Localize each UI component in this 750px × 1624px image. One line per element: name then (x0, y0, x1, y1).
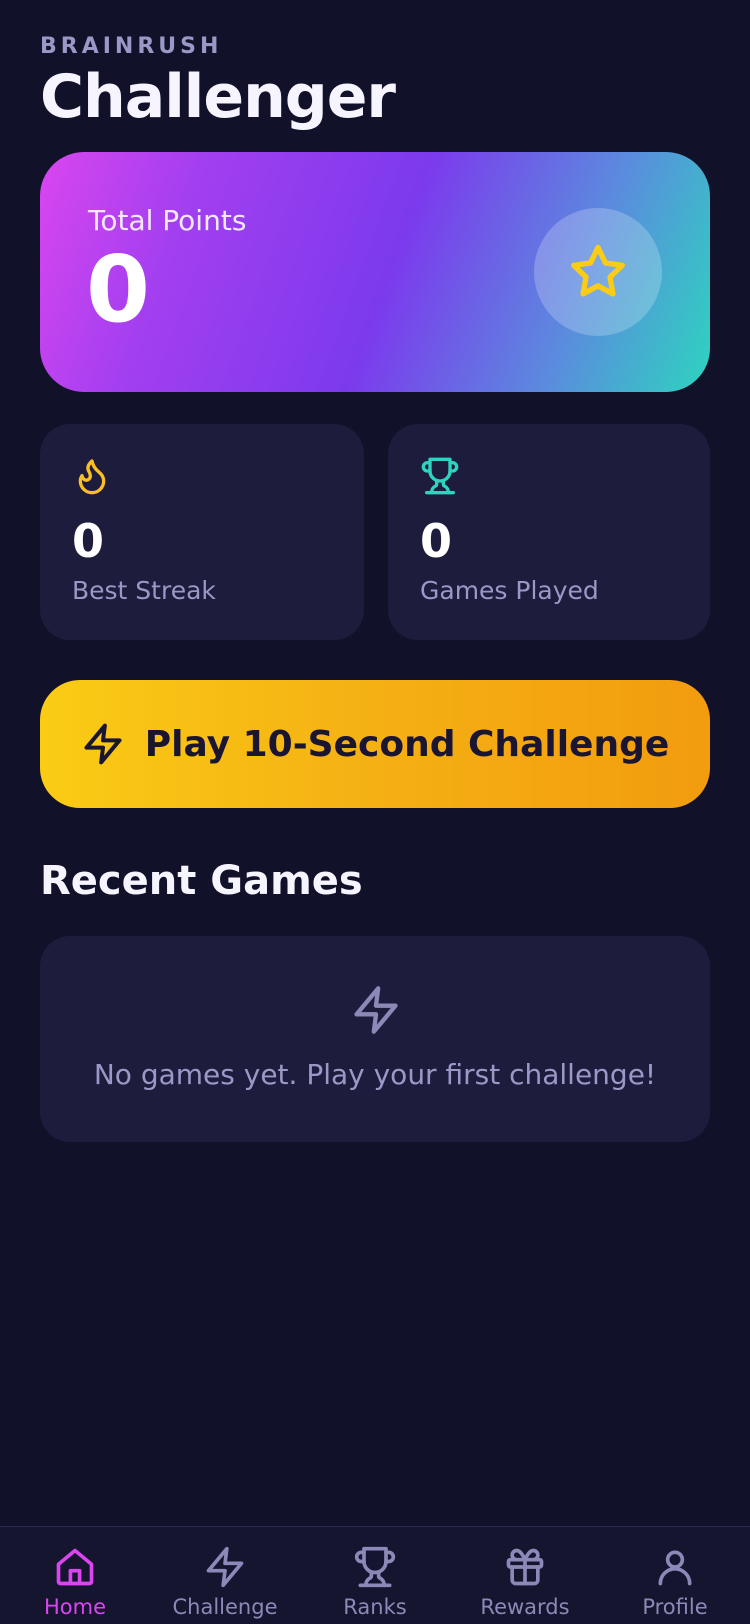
nav-item-ranks[interactable]: Ranks (300, 1545, 450, 1619)
nav-item-profile[interactable]: Profile (600, 1545, 750, 1619)
empty-state-text: No games yet. Play your first challenge! (93, 1058, 657, 1091)
total-points-card: Total Points 0 (40, 152, 710, 392)
nav-label-challenge: Challenge (172, 1595, 278, 1619)
games-played-value: 0 (420, 514, 453, 568)
best-streak-card: 0 Best Streak (40, 424, 364, 640)
play-challenge-label: Play 10-Second Challenge (144, 723, 670, 765)
nav-label-profile: Profile (642, 1595, 708, 1619)
recent-games-title: Recent Games (40, 858, 363, 904)
user-icon (658, 1550, 692, 1586)
star-icon (571, 244, 625, 297)
app-brand: BRAINRUSH (40, 34, 223, 59)
total-points-label: Total Points (88, 204, 247, 237)
nav-item-rewards[interactable]: Rewards (450, 1545, 600, 1619)
nav-label-rewards: Rewards (480, 1595, 570, 1619)
page-title: Challenger (40, 62, 396, 132)
nav-label-home: Home (43, 1595, 106, 1619)
trophy-icon (421, 457, 459, 495)
gift-icon (506, 1548, 544, 1586)
trophy-icon (354, 1546, 396, 1588)
flame-icon (78, 459, 106, 495)
lightning-icon (84, 723, 122, 765)
nav-label-ranks: Ranks (343, 1595, 407, 1619)
lightning-icon (354, 986, 398, 1034)
games-played-label: Games Played (420, 576, 599, 605)
home-icon (56, 1548, 94, 1586)
nav-item-home[interactable]: Home (0, 1545, 150, 1619)
total-points-value: 0 (86, 236, 151, 343)
home-screen: BRAINRUSH Challenger Total Points 0 0 Be… (0, 0, 750, 1624)
games-played-card: 0 Games Played (388, 424, 710, 640)
lightning-icon (206, 1546, 244, 1588)
best-streak-value: 0 (72, 514, 105, 568)
nav-item-challenge[interactable]: Challenge (150, 1545, 300, 1619)
bottom-nav: Home Challenge Ranks Rewards Profile (0, 1526, 750, 1624)
recent-games-empty-state: No games yet. Play your first challenge! (40, 936, 710, 1142)
best-streak-label: Best Streak (72, 576, 216, 605)
play-challenge-button[interactable]: Play 10-Second Challenge (40, 680, 710, 808)
star-badge (534, 208, 662, 336)
